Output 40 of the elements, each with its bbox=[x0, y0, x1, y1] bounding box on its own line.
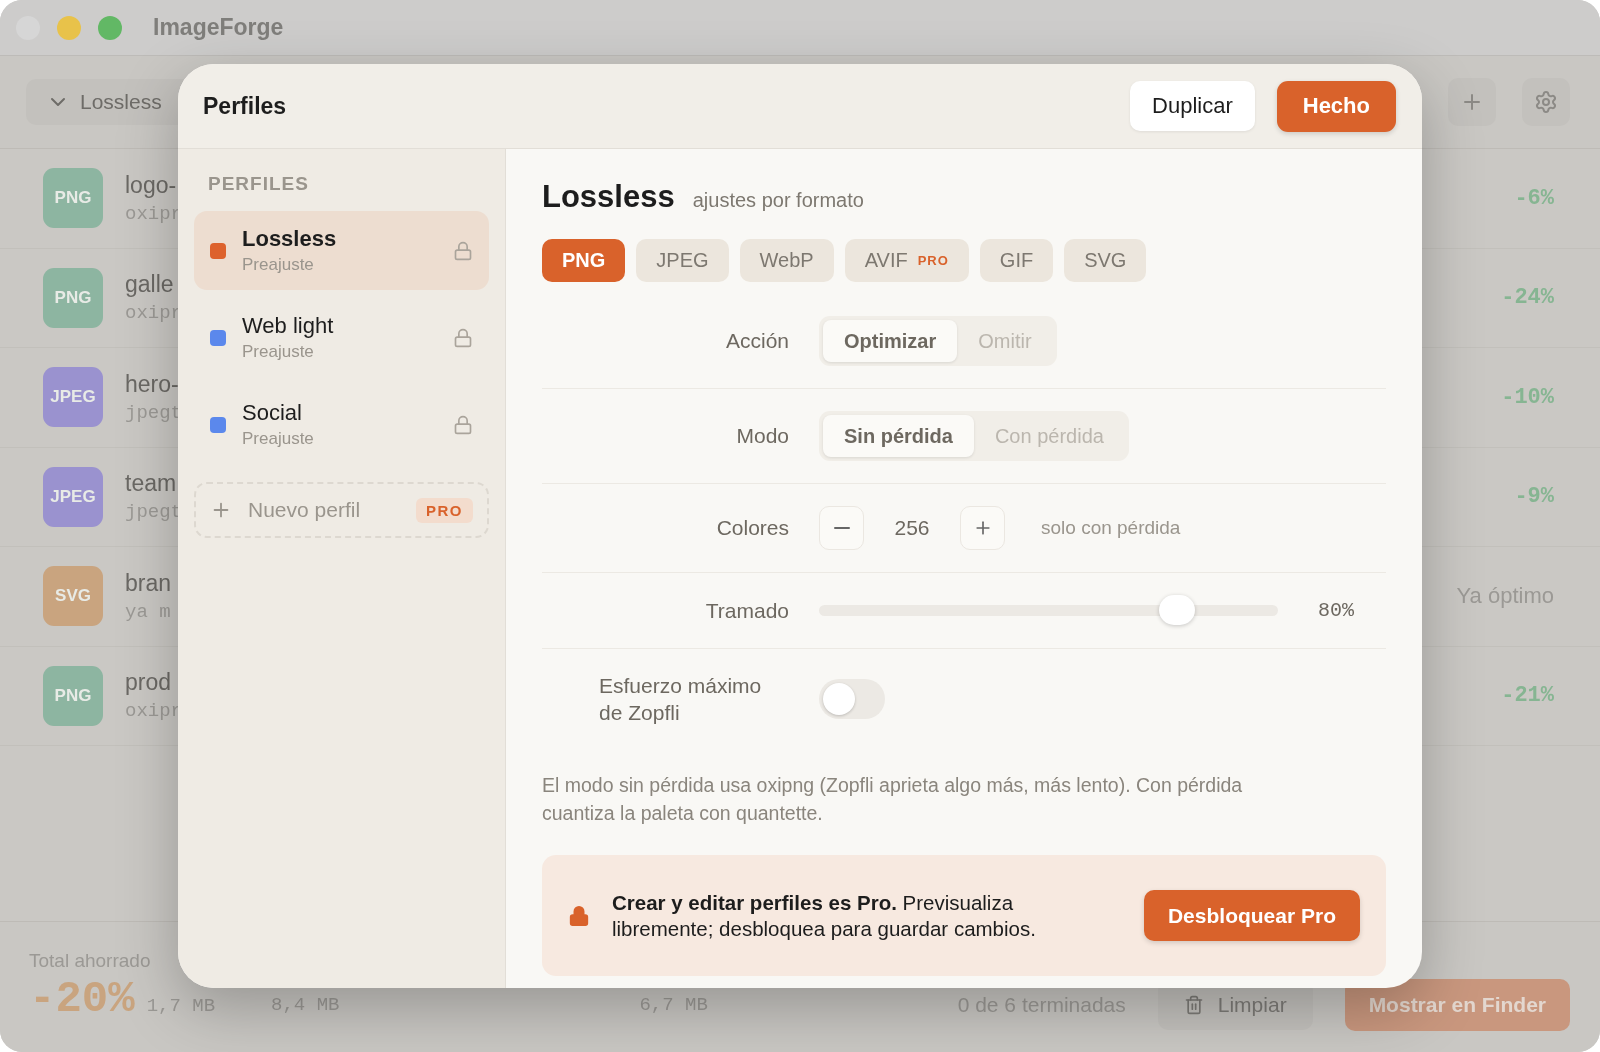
sidebar-heading: PERFILES bbox=[207, 172, 310, 196]
setting-label: Esfuerzo máximo de Zopfli bbox=[599, 672, 763, 726]
format-badge: SVG bbox=[43, 566, 103, 627]
profile-subtitle: Preajuste bbox=[242, 342, 315, 362]
description-text: El modo sin pérdida usa oxipng (Zopfli aprieta algo más, más lento). Con pérdida cuantiza la paleta con quantette. bbox=[542, 773, 1244, 826]
file-name: galle bbox=[125, 271, 175, 299]
format-badge: JPEG bbox=[43, 367, 103, 428]
result-text: -21% bbox=[1501, 683, 1554, 709]
setting-label: Modo bbox=[736, 423, 789, 450]
stepper-value: 256 bbox=[893, 516, 931, 540]
file-name: team bbox=[125, 470, 178, 498]
profile-name: Web light bbox=[242, 313, 335, 339]
file-name: logo- bbox=[125, 171, 178, 199]
pro-badge: PRO bbox=[416, 497, 473, 523]
setting-label: Tramado bbox=[705, 597, 789, 624]
hint-text: solo con pérdida bbox=[1041, 517, 1181, 539]
file-name: hero- bbox=[125, 370, 180, 398]
banner-text: Crear y editar perfiles es Pro. Previsualiza libremente; desbloquea para guardar cambios. bbox=[612, 889, 1037, 942]
format-badge: PNG bbox=[43, 267, 103, 328]
format-badge: PNG bbox=[43, 665, 103, 726]
profile-name: Social bbox=[242, 400, 303, 426]
profile-subtitle: ajustes por formato bbox=[692, 189, 864, 212]
total-value: -20% bbox=[29, 974, 135, 1024]
result-text: -10% bbox=[1501, 384, 1554, 410]
result-text: -9% bbox=[1514, 484, 1554, 510]
pro-label: PRO bbox=[917, 253, 949, 268]
window-title: ImageForge bbox=[153, 14, 284, 41]
file-name: prod bbox=[125, 669, 173, 697]
profile-title: Lossless bbox=[542, 179, 675, 215]
profile-subtitle: Preajuste bbox=[242, 429, 315, 449]
file-name: bran bbox=[125, 569, 172, 597]
profile-subtitle: Preajuste bbox=[242, 255, 315, 275]
result-text: -6% bbox=[1514, 185, 1554, 211]
slider-value: 80% bbox=[1318, 599, 1354, 622]
result-text: -24% bbox=[1501, 285, 1554, 311]
format-badge: JPEG bbox=[43, 466, 103, 527]
format-badge: PNG bbox=[43, 168, 103, 229]
setting-label: Colores bbox=[716, 515, 789, 542]
setting-label: Acción bbox=[725, 328, 789, 355]
profile-name: Lossless bbox=[242, 226, 338, 252]
